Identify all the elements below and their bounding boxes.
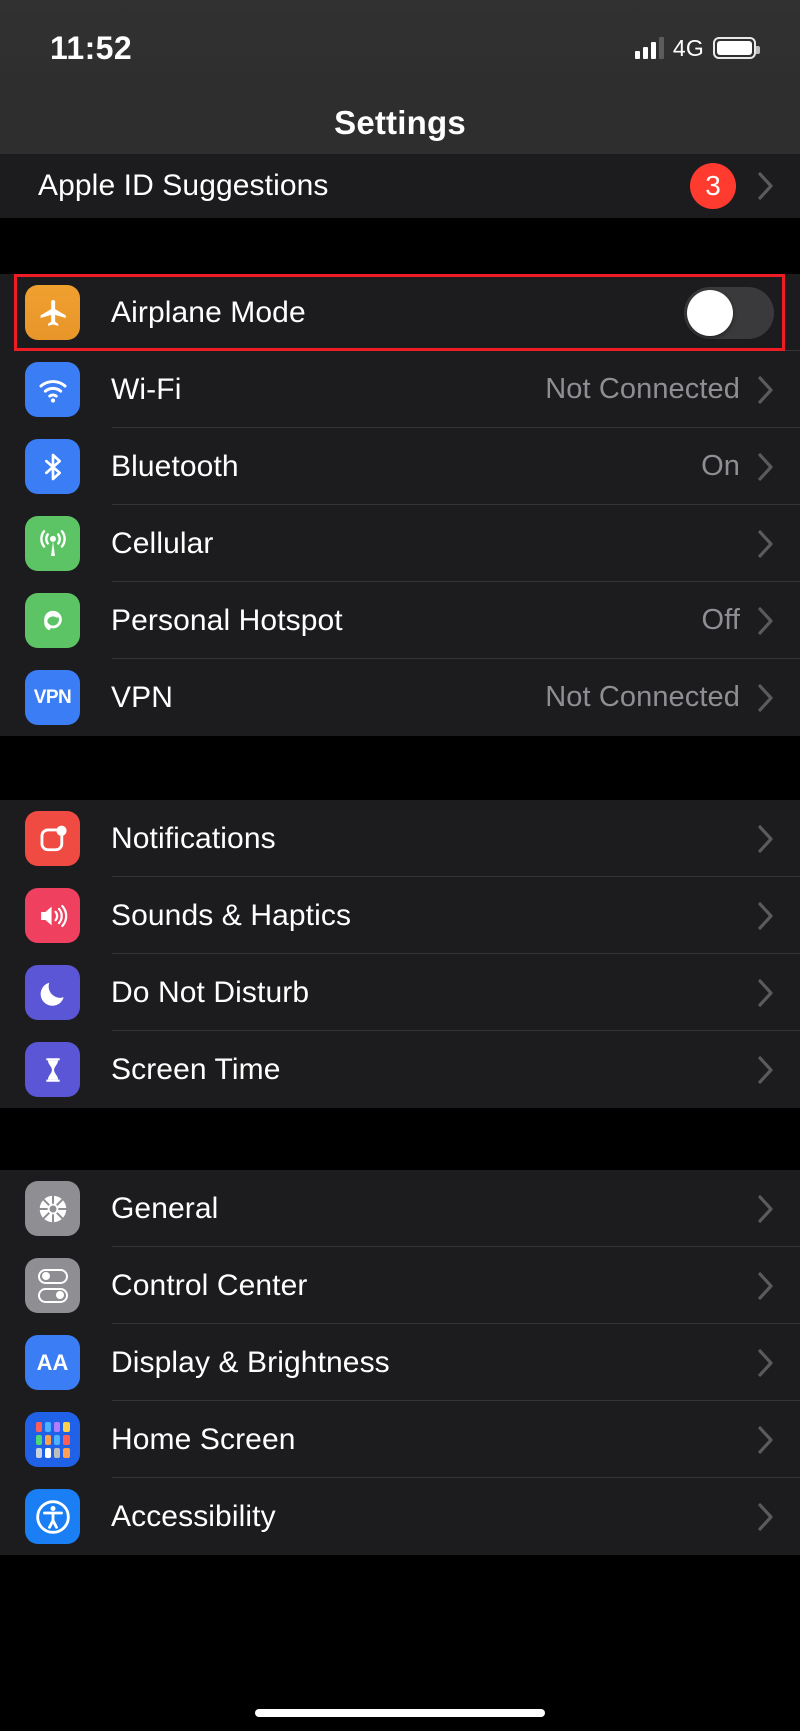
cellular-antenna-icon <box>25 516 80 571</box>
notifications-group: Notifications Sounds & Haptics Do Not Di… <box>0 800 800 1108</box>
bluetooth-icon <box>25 439 80 494</box>
chevron-right-icon <box>758 1194 774 1223</box>
row-value: Not Connected <box>545 373 740 405</box>
row-label: Do Not Disturb <box>111 975 310 1009</box>
row-value: On <box>701 450 740 482</box>
section-gap <box>0 736 800 800</box>
status-bar-indicators: 4G <box>634 34 760 62</box>
chevron-right-icon <box>758 1271 774 1300</box>
status-badge: 3 <box>690 163 736 209</box>
settings-row-cellular[interactable]: Cellular <box>0 505 800 582</box>
settings-row-general[interactable]: General <box>0 1170 800 1247</box>
page-title: Settings <box>334 104 466 141</box>
row-value: Not Connected <box>545 681 740 713</box>
toggle-pill-right <box>37 1287 68 1303</box>
apple-id-group: Apple ID Suggestions 3 <box>0 154 800 218</box>
row-label: Wi-Fi <box>111 372 182 406</box>
chevron-right-icon <box>758 375 774 404</box>
settings-row-airplane-mode[interactable]: Airplane Mode <box>0 274 800 351</box>
settings-row-wifi[interactable]: Wi-Fi Not Connected <box>0 351 800 428</box>
settings-row-vpn[interactable]: VPN VPN Not Connected <box>0 659 800 736</box>
navigation-bar: Settings <box>0 92 800 154</box>
status-bar: 11:52 4G <box>0 0 800 92</box>
section-gap <box>0 218 800 274</box>
row-label: Sounds & Haptics <box>111 898 352 932</box>
status-bar-clock: 11:52 <box>50 29 133 66</box>
chevron-right-icon <box>758 172 774 200</box>
chevron-right-icon <box>758 978 774 1007</box>
settings-row-bluetooth[interactable]: Bluetooth On <box>0 428 800 505</box>
settings-row-apple-id-suggestions[interactable]: Apple ID Suggestions 3 <box>0 154 800 218</box>
speaker-waves-icon <box>25 888 80 943</box>
battery-full-icon <box>713 37 760 59</box>
row-label: Bluetooth <box>111 449 239 483</box>
settings-row-display-brightness[interactable]: AA Display & Brightness <box>0 1324 800 1401</box>
settings-row-sounds-haptics[interactable]: Sounds & Haptics <box>0 877 800 954</box>
settings-row-screen-time[interactable]: Screen Time <box>0 1031 800 1108</box>
chevron-right-icon <box>758 1348 774 1377</box>
row-value: Off <box>701 604 740 636</box>
airplane-mode-toggle[interactable] <box>684 286 774 339</box>
airplane-icon <box>25 285 80 340</box>
cellular-bars-icon <box>634 37 664 59</box>
display-icon-text: AA <box>36 1349 69 1375</box>
moon-icon <box>25 965 80 1020</box>
row-label: Home Screen <box>111 1422 296 1456</box>
settings-row-personal-hotspot[interactable]: Personal Hotspot Off <box>0 582 800 659</box>
settings-row-control-center[interactable]: Control Center <box>0 1247 800 1324</box>
notifications-badge-icon <box>25 811 80 866</box>
toggle-knob <box>687 289 733 336</box>
row-label: Notifications <box>111 821 276 855</box>
row-label: Screen Time <box>111 1052 281 1086</box>
home-indicator[interactable] <box>255 1709 545 1717</box>
hourglass-icon <box>25 1042 80 1097</box>
vpn-icon: VPN <box>25 670 80 725</box>
row-label: General <box>111 1191 219 1225</box>
row-label: Control Center <box>111 1268 308 1302</box>
toggles-icon <box>25 1258 80 1313</box>
chevron-right-icon <box>758 824 774 853</box>
chevron-right-icon <box>758 1055 774 1084</box>
row-label: Airplane Mode <box>111 295 306 329</box>
chevron-right-icon <box>758 683 774 712</box>
accessibility-person-icon <box>25 1489 80 1544</box>
app-grid-icon <box>25 1412 80 1467</box>
chevron-right-icon <box>758 529 774 558</box>
row-label: Display & Brightness <box>111 1345 390 1379</box>
chevron-right-icon <box>758 901 774 930</box>
wifi-icon <box>25 362 80 417</box>
text-size-aa-icon: AA <box>25 1335 80 1390</box>
toggle-pill-left <box>37 1268 68 1284</box>
chevron-right-icon <box>758 1425 774 1454</box>
network-type-label: 4G <box>672 34 704 61</box>
row-label: Apple ID Suggestions <box>38 169 329 202</box>
settings-row-do-not-disturb[interactable]: Do Not Disturb <box>0 954 800 1031</box>
vpn-icon-text: VPN <box>33 686 72 708</box>
system-group: General Control Center AA Display & Brig… <box>0 1170 800 1555</box>
settings-row-accessibility[interactable]: Accessibility <box>0 1478 800 1555</box>
gear-icon <box>25 1181 80 1236</box>
iphone-settings-screen: 11:52 4G Settings Apple ID Suggestions 3 <box>0 0 800 1731</box>
row-label: VPN <box>111 680 173 714</box>
chevron-right-icon <box>758 1502 774 1531</box>
row-label: Accessibility <box>111 1499 276 1533</box>
chevron-right-icon <box>758 606 774 635</box>
bottom-strip <box>0 1671 800 1731</box>
row-label: Cellular <box>111 526 214 560</box>
connectivity-group: Airplane Mode Wi-Fi Not Connected Blueto… <box>0 274 800 736</box>
settings-row-notifications[interactable]: Notifications <box>0 800 800 877</box>
settings-row-home-screen[interactable]: Home Screen <box>0 1401 800 1478</box>
row-label: Personal Hotspot <box>111 603 343 637</box>
chevron-right-icon <box>758 452 774 481</box>
hotspot-link-icon <box>25 593 80 648</box>
section-gap <box>0 1108 800 1170</box>
